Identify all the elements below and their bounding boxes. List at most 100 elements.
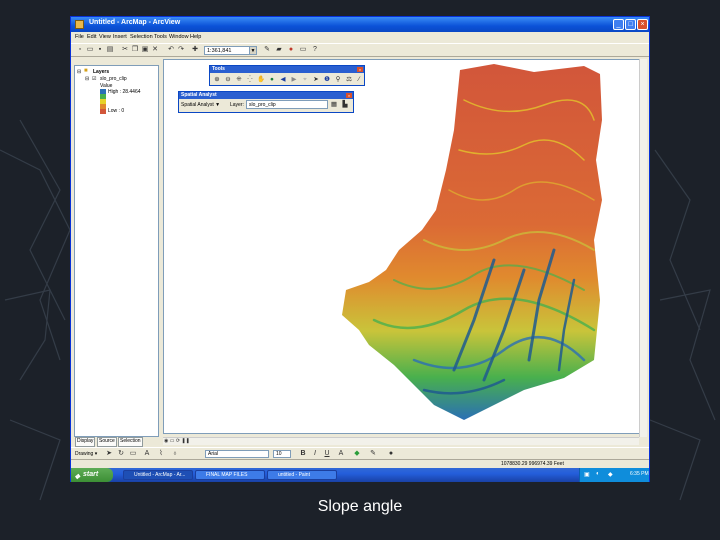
layer-visibility-checkbox[interactable]: ☑ bbox=[92, 76, 96, 82]
pan-icon[interactable]: ✋ bbox=[257, 76, 265, 84]
editor-toolbar-icon[interactable]: ✎ bbox=[263, 46, 271, 54]
menu-insert[interactable]: Insert bbox=[113, 34, 127, 40]
forward-extent-icon[interactable]: ▶ bbox=[290, 76, 298, 84]
menu-edit[interactable]: Edit bbox=[87, 34, 96, 40]
menu-selection[interactable]: Selection bbox=[130, 34, 153, 40]
draw-select-icon[interactable]: ➤ bbox=[105, 450, 113, 458]
zoom-out-icon[interactable]: ⊖ bbox=[224, 76, 232, 84]
security-tray-icon[interactable]: ◆ bbox=[608, 471, 613, 478]
map-horizontal-scrollbar[interactable] bbox=[163, 437, 639, 445]
view-switch-buttons: ◉ ▭ ⟳ ❚❚ bbox=[164, 437, 204, 445]
save-icon[interactable]: ▪ bbox=[96, 46, 104, 54]
font-color-icon[interactable]: A bbox=[337, 450, 345, 458]
menu-file[interactable]: File bbox=[75, 34, 84, 40]
font-select[interactable]: Arial bbox=[205, 450, 269, 458]
layers-label[interactable]: Layers bbox=[93, 69, 109, 75]
underline-button[interactable]: U bbox=[323, 450, 331, 458]
windows-logo-icon: ❖ bbox=[74, 474, 81, 481]
zoom-in-icon[interactable]: ⊕ bbox=[213, 76, 221, 84]
spatial-analyst-close-icon[interactable]: × bbox=[346, 93, 352, 98]
undo-icon[interactable]: ↶ bbox=[167, 46, 175, 54]
refresh-view-button-icon[interactable]: ⟳ bbox=[176, 438, 180, 444]
select-elements-icon[interactable]: ⌖ bbox=[301, 76, 309, 84]
title-bar[interactable]: Untitled - ArcMap - ArcView _ □ × bbox=[71, 17, 649, 32]
tab-source[interactable]: Source bbox=[97, 437, 117, 447]
tab-selection[interactable]: Selection bbox=[118, 437, 143, 447]
arccatalog-icon[interactable]: ● bbox=[287, 46, 295, 54]
font-size-select[interactable]: 10 bbox=[273, 450, 291, 458]
close-button[interactable]: × bbox=[637, 19, 648, 30]
rotate-icon[interactable]: ↻ bbox=[117, 450, 125, 458]
taskbar-item-paint[interactable]: untitled - Paint bbox=[267, 470, 337, 480]
tools-toolbar-close-icon[interactable]: × bbox=[357, 67, 363, 72]
layer-name[interactable]: slo_pro_clip bbox=[100, 76, 127, 82]
map-display[interactable] bbox=[163, 59, 647, 434]
copy-icon[interactable]: ❐ bbox=[131, 46, 139, 54]
taskbar-item-final-map-files[interactable]: FINAL MAP FILES bbox=[195, 470, 265, 480]
new-document-icon[interactable]: ▫ bbox=[76, 46, 84, 54]
cut-icon[interactable]: ✂ bbox=[121, 46, 129, 54]
hyperlink-icon[interactable]: ⁄ bbox=[355, 76, 363, 84]
windows-taskbar: ❖ start Untitled - ArcMap - Ar... FINAL … bbox=[71, 468, 649, 482]
back-extent-icon[interactable]: ◀ bbox=[279, 76, 287, 84]
layout-view-button-icon[interactable]: ▭ bbox=[170, 438, 175, 444]
arctoolbox-icon[interactable]: ▰ bbox=[275, 46, 283, 54]
drawing-menu-button[interactable]: Drawing ▾ bbox=[75, 451, 97, 457]
start-button[interactable]: ❖ start bbox=[71, 468, 113, 482]
spatial-analyst-title[interactable]: Spatial Analyst bbox=[179, 92, 353, 99]
menu-view[interactable]: View bbox=[99, 34, 111, 40]
menu-window[interactable]: Window bbox=[169, 34, 189, 40]
scale-dropdown-arrow[interactable]: ▼ bbox=[249, 46, 257, 55]
expand-layers-icon[interactable]: ⊟ bbox=[77, 69, 81, 75]
line-color-icon[interactable]: ✎ bbox=[369, 450, 377, 458]
window-title: Untitled - ArcMap - ArcView bbox=[89, 19, 181, 26]
fixed-zoom-in-icon[interactable]: ⁜ bbox=[235, 76, 243, 84]
start-label: start bbox=[83, 471, 99, 478]
edit-vertices-icon[interactable]: ⌇ bbox=[157, 450, 165, 458]
text-icon[interactable]: A bbox=[143, 450, 151, 458]
add-data-icon[interactable]: ✚ bbox=[191, 46, 199, 54]
select-features-icon[interactable]: ➤ bbox=[312, 76, 320, 84]
find-icon[interactable]: ⚲ bbox=[334, 76, 342, 84]
spatial-analyst-menu-button[interactable]: Spatial Analyst ▼ bbox=[181, 102, 220, 108]
command-line-icon[interactable]: ▭ bbox=[299, 46, 307, 54]
expand-layer-icon[interactable]: ⊟ bbox=[85, 76, 89, 82]
taskbar-item-arcmap[interactable]: Untitled - ArcMap - Ar... bbox=[123, 470, 193, 480]
print-icon[interactable]: ▤ bbox=[106, 46, 114, 54]
delete-icon[interactable]: ✕ bbox=[151, 46, 159, 54]
spatial-analyst-layer-select[interactable]: slo_pro_clip bbox=[246, 100, 328, 109]
italic-button[interactable]: I bbox=[311, 450, 319, 458]
full-extent-icon[interactable]: ● bbox=[268, 76, 276, 84]
histogram-icon[interactable]: ▙ bbox=[341, 101, 349, 109]
fixed-zoom-out-icon[interactable]: ⁛ bbox=[246, 76, 254, 84]
open-folder-icon[interactable]: ▭ bbox=[86, 46, 94, 54]
pause-drawing-button-icon[interactable]: ❚❚ bbox=[181, 438, 189, 444]
redo-icon[interactable]: ↷ bbox=[177, 46, 185, 54]
layers-folder-icon: ■ bbox=[84, 68, 88, 74]
bold-button[interactable]: B bbox=[299, 450, 307, 458]
data-view-button-icon[interactable]: ◉ bbox=[164, 438, 168, 444]
measure-icon[interactable]: ⚖ bbox=[345, 76, 353, 84]
tab-display[interactable]: Display bbox=[75, 437, 96, 447]
menu-bar: File Edit View Insert Selection Tools Wi… bbox=[71, 32, 649, 43]
paste-icon[interactable]: ▣ bbox=[141, 46, 149, 54]
toc-tabs: Display Source Selection bbox=[74, 437, 159, 447]
rectangle-icon[interactable]: ▭ bbox=[129, 450, 137, 458]
menu-tools[interactable]: Tools bbox=[154, 34, 167, 40]
identify-icon[interactable]: ❶ bbox=[323, 76, 331, 84]
slope-raster bbox=[342, 64, 602, 420]
status-bar: 1078830.29 996974.39 Feet bbox=[71, 459, 649, 468]
tools-toolbar-title[interactable]: Tools bbox=[210, 66, 364, 73]
whats-this-help-icon[interactable]: ? bbox=[311, 46, 319, 54]
maximize-button[interactable]: □ bbox=[625, 19, 636, 30]
menu-help[interactable]: Help bbox=[190, 34, 201, 40]
minimize-button[interactable]: _ bbox=[613, 19, 624, 30]
arcmap-window: Untitled - ArcMap - ArcView _ □ × File E… bbox=[70, 16, 650, 482]
map-vertical-scrollbar[interactable] bbox=[639, 59, 647, 437]
network-tray-icon[interactable]: ▣ bbox=[584, 471, 590, 478]
fill-color-icon[interactable]: ◆ bbox=[353, 450, 361, 458]
font-name-label-icon: ◊ bbox=[173, 451, 177, 457]
contour-tool-icon[interactable]: ▦ bbox=[330, 101, 338, 109]
marker-color-icon[interactable]: ● bbox=[387, 450, 395, 458]
volume-tray-icon[interactable]: ◐ bbox=[596, 471, 600, 477]
